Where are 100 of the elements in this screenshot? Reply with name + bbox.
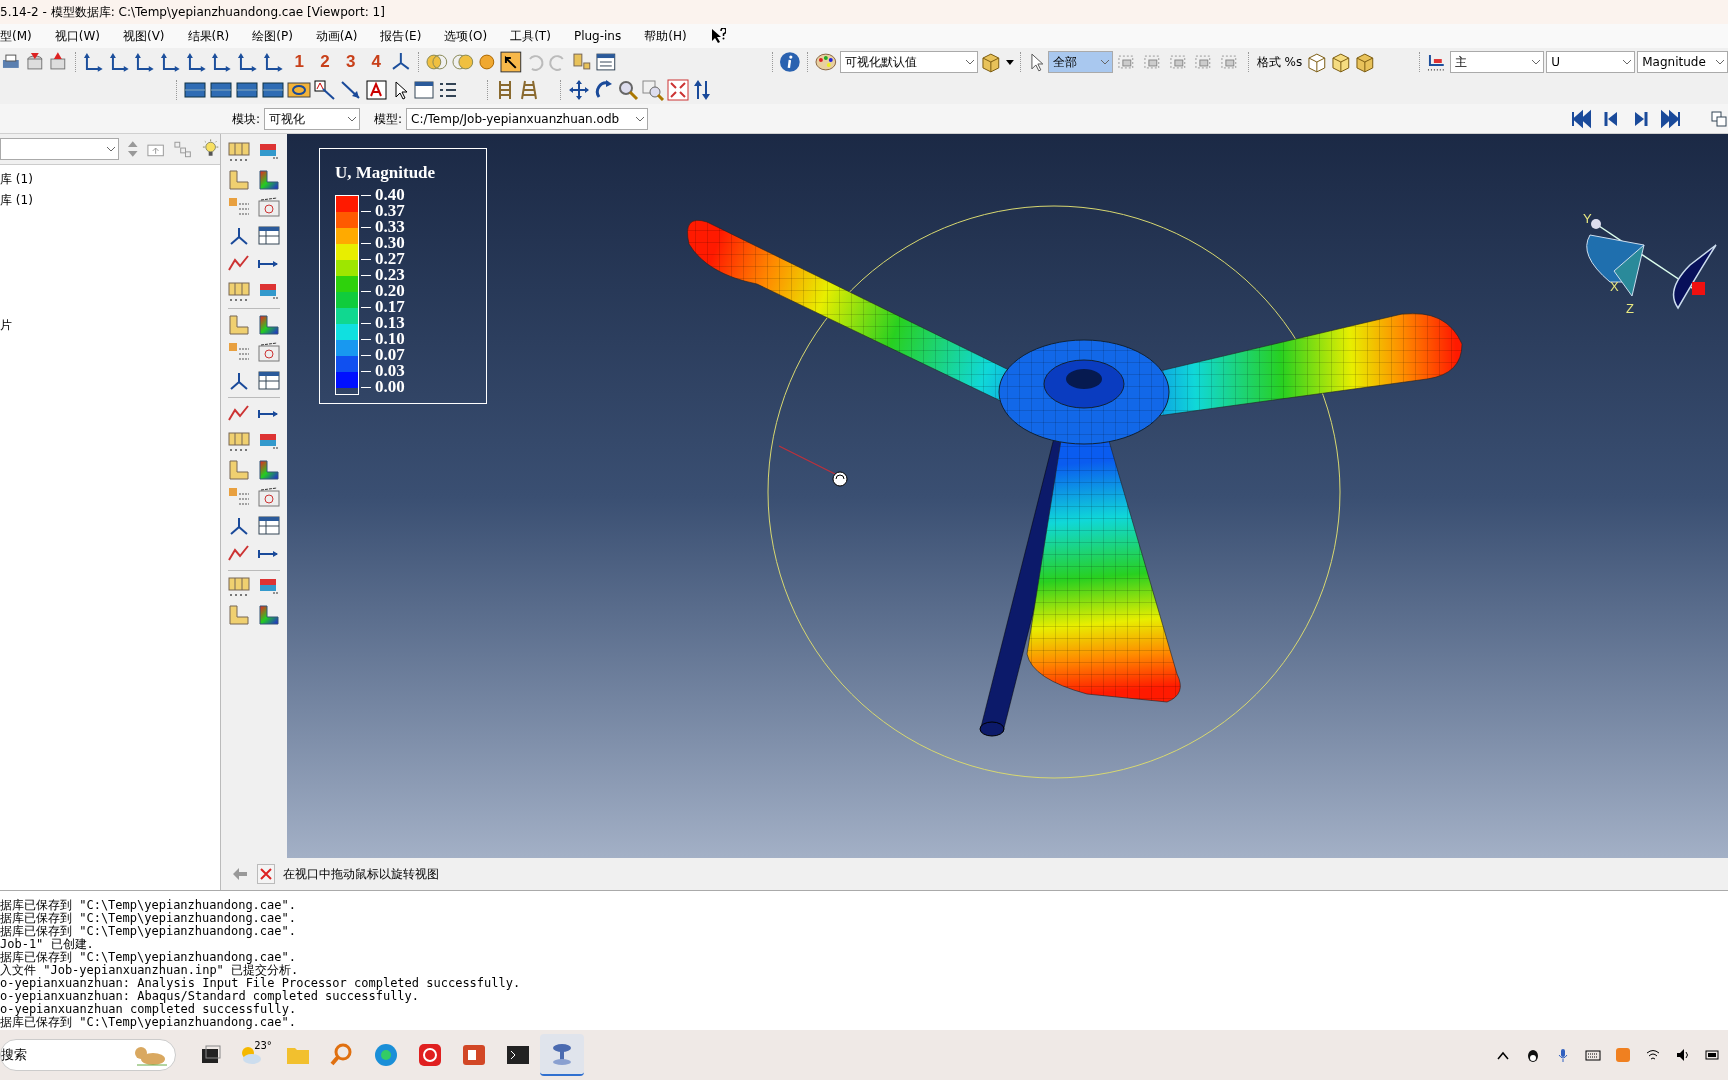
dropdown-caret-icon — [1531, 58, 1542, 66]
dropdown-caret-icon — [1622, 58, 1633, 66]
legend-value: 0.23 — [375, 267, 405, 283]
contour-plot-icon[interactable] — [257, 313, 281, 337]
swap-arrows-icon[interactable] — [691, 79, 713, 101]
animation-icon[interactable] — [257, 486, 281, 510]
pan-icon[interactable] — [567, 79, 591, 101]
rotate-cursor-icon — [832, 471, 848, 487]
grid-numbers-icon[interactable] — [227, 575, 251, 599]
message-line: 据库已保存到 "C:\Temp\yepianzhuandong.cae". — [0, 912, 297, 925]
speaker-icon[interactable] — [1675, 1047, 1691, 1063]
legend-value: 0.13 — [375, 315, 405, 331]
viewport-vertical-icon[interactable] — [261, 79, 285, 101]
selection-dropdown[interactable]: 全部 — [1048, 51, 1114, 73]
view-number-button[interactable]: 2 — [313, 49, 337, 75]
legend-value: 0.00 — [375, 379, 405, 395]
contour-plot-icon[interactable] — [257, 168, 281, 192]
dropdown-caret-icon[interactable] — [1005, 58, 1014, 66]
tree-item[interactable]: 片 — [0, 315, 220, 336]
menu-item[interactable]: 帮助(H) — [644, 27, 687, 45]
battery-icon[interactable] — [1705, 1047, 1721, 1063]
text-annotation-icon[interactable] — [365, 79, 389, 101]
zoom-icon[interactable] — [617, 79, 639, 101]
lightbulb-icon[interactable] — [200, 139, 220, 159]
message-line: o-yepianxuanzhuan completed successfully. — [0, 1003, 297, 1016]
hidden-cube-icon[interactable] — [1329, 51, 1352, 73]
contour-plot-icon[interactable] — [257, 458, 281, 482]
box-zoom-icon[interactable] — [641, 79, 665, 101]
dropdown-caret-icon — [347, 114, 358, 123]
menu-item[interactable]: 选项(O) — [444, 27, 488, 45]
browser-icon[interactable] — [372, 1041, 400, 1069]
text-arrow-icon[interactable] — [313, 79, 337, 101]
menu-item[interactable]: 工具(T) — [510, 27, 551, 45]
viewport-tile-icon[interactable] — [183, 79, 207, 101]
tree-item[interactable]: 库 (1) — [0, 169, 220, 190]
menu-item[interactable]: 视口(W) — [54, 27, 100, 45]
format-label: 格式 %s — [1255, 54, 1304, 71]
info-icon[interactable] — [779, 51, 802, 73]
grid-numbers-icon[interactable] — [227, 280, 251, 304]
grid-numbers-icon[interactable] — [227, 140, 251, 164]
tree-item[interactable]: 库 (1) — [0, 190, 220, 211]
window-list-icon[interactable] — [594, 51, 617, 73]
menu-item[interactable]: 视图(V) — [122, 27, 165, 45]
render-style-dropdown[interactable]: 可视化默认值 — [839, 51, 978, 73]
module-dropdown[interactable]: 可视化 — [264, 107, 361, 130]
table-icon[interactable] — [257, 224, 281, 248]
menu-item[interactable]: 结果(R) — [187, 27, 230, 45]
cancel-icon[interactable] — [257, 864, 275, 884]
ladder-icon[interactable] — [518, 79, 540, 101]
fit-view-icon[interactable] — [667, 79, 689, 101]
last-frame-icon[interactable] — [1660, 107, 1682, 130]
animation-icon[interactable] — [257, 341, 281, 365]
keyboard-icon[interactable] — [1585, 1047, 1601, 1063]
step-dropdown[interactable]: 主 — [1449, 51, 1545, 73]
view-number-button[interactable]: 1 — [287, 49, 312, 75]
message-line: 据库已保存到 "C:\Temp\yepianzhuandong.cae". — [0, 951, 297, 964]
message-line: 入文件 "Job-yepianxuanzhuan.inp" 已提交分析. — [0, 964, 300, 977]
first-frame-icon[interactable] — [1570, 107, 1592, 130]
table-icon[interactable] — [257, 369, 281, 393]
viewport[interactable]: U, Magnitude 0.40 0.37 0.33 0.30 0.27 0.23 0.20 0.17 0.13 0.10 0.07 0.03 0.00 Y X Z — [287, 134, 1728, 858]
axis-label: X — [1610, 280, 1619, 293]
legend-value: 0.37 — [375, 203, 405, 219]
menu-item[interactable]: 动画(A) — [315, 27, 358, 45]
message-line: 据库已保存到 "C:\Temp\yepianzhuandong.cae". — [0, 925, 297, 938]
table-icon[interactable] — [257, 514, 281, 538]
axis-label: Y — [1583, 212, 1592, 225]
prompt-text: 在视口中拖动鼠标以旋转视图 — [283, 866, 439, 883]
viewport-horizontal-icon[interactable] — [235, 79, 259, 101]
wireframe-cube-icon[interactable] — [1306, 51, 1328, 73]
invariant-dropdown[interactable]: Magnitude — [1637, 51, 1728, 73]
module-label: 模块: — [232, 110, 261, 128]
music-app-icon[interactable] — [416, 1041, 444, 1069]
menu-item[interactable]: 绘图(P) — [252, 27, 293, 45]
trail-line — [778, 445, 836, 475]
dropdown-caret-icon — [1100, 58, 1111, 66]
menu-item[interactable]: 型(M) — [0, 27, 32, 45]
view-number-button[interactable]: 4 — [364, 49, 389, 75]
menu-item[interactable]: 报告(E) — [380, 27, 422, 45]
dropdown-caret-icon — [964, 58, 975, 66]
palette-icon[interactable] — [814, 51, 838, 73]
model-label: 模型: — [374, 110, 403, 128]
variable-dropdown[interactable]: U — [1546, 51, 1636, 73]
animation-icon[interactable] — [257, 196, 281, 220]
grid-numbers-icon[interactable] — [227, 430, 251, 454]
view-number-button[interactable]: 3 — [338, 49, 363, 75]
menu-item[interactable]: Plug-ins — [573, 27, 622, 45]
shaded-cube-icon[interactable] — [1353, 51, 1376, 73]
pointer-select-icon[interactable] — [499, 51, 522, 73]
contour-plot-icon[interactable] — [257, 603, 281, 627]
model-dropdown[interactable]: C:/Temp/Job-yepianxuanzhuan.odb — [406, 107, 649, 130]
message-line: o-yepianxuanzhuan: Abaqus/Standard completed successfully. — [0, 990, 421, 1003]
axes-view-icon[interactable] — [390, 51, 412, 73]
viewport-copy-icon[interactable] — [1710, 109, 1728, 128]
legend-value: 0.30 — [375, 235, 405, 251]
window-list-icon[interactable] — [413, 79, 435, 101]
viewport-cascade-icon[interactable] — [209, 79, 233, 101]
search-field[interactable]: 搜索 — [0, 1039, 176, 1071]
help-pointer-icon[interactable] — [709, 28, 726, 44]
propeller-model-drawing[interactable] — [687, 220, 1463, 737]
blocks-icon[interactable] — [571, 51, 593, 73]
